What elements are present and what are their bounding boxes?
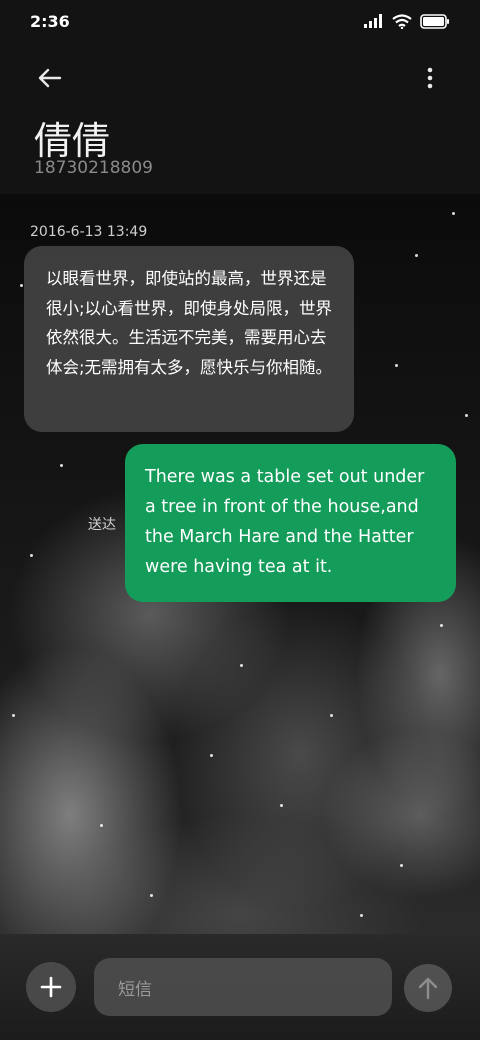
wifi-icon	[392, 13, 412, 29]
incoming-message-bubble[interactable]: 以眼看世界，即使站的最高，世界还是很小;以心看世界，即使身处局限，世界依然很大。…	[24, 246, 354, 432]
signal-icon	[364, 14, 382, 28]
contact-number: 18730218809	[34, 158, 153, 178]
conversation-header: 倩倩 18730218809	[0, 42, 480, 194]
outgoing-message-bubble[interactable]: There was a table set out under a tree i…	[125, 444, 456, 602]
message-timestamp: 2016-6-13 13:49	[30, 224, 148, 240]
status-icons	[364, 13, 450, 29]
back-button[interactable]	[34, 62, 66, 94]
more-vertical-icon	[427, 67, 433, 89]
message-input[interactable]: 短信	[94, 958, 392, 1016]
back-arrow-icon	[38, 68, 62, 88]
send-arrow-icon	[418, 977, 438, 1000]
composer-bar: 短信	[0, 934, 480, 1040]
status-bar: 2:36	[0, 0, 480, 42]
more-options-button[interactable]	[414, 58, 446, 98]
send-button[interactable]	[404, 964, 452, 1012]
add-attachment-button[interactable]	[26, 962, 76, 1012]
plus-icon	[40, 976, 62, 998]
delivery-status: 送达	[88, 517, 116, 533]
status-time: 2:36	[30, 11, 70, 31]
message-thread[interactable]: 2016-6-13 13:49 以眼看世界，即使站的最高，世界还是很小;以心看世…	[0, 194, 480, 934]
battery-icon	[420, 13, 449, 29]
contact-name: 倩倩	[34, 119, 111, 163]
